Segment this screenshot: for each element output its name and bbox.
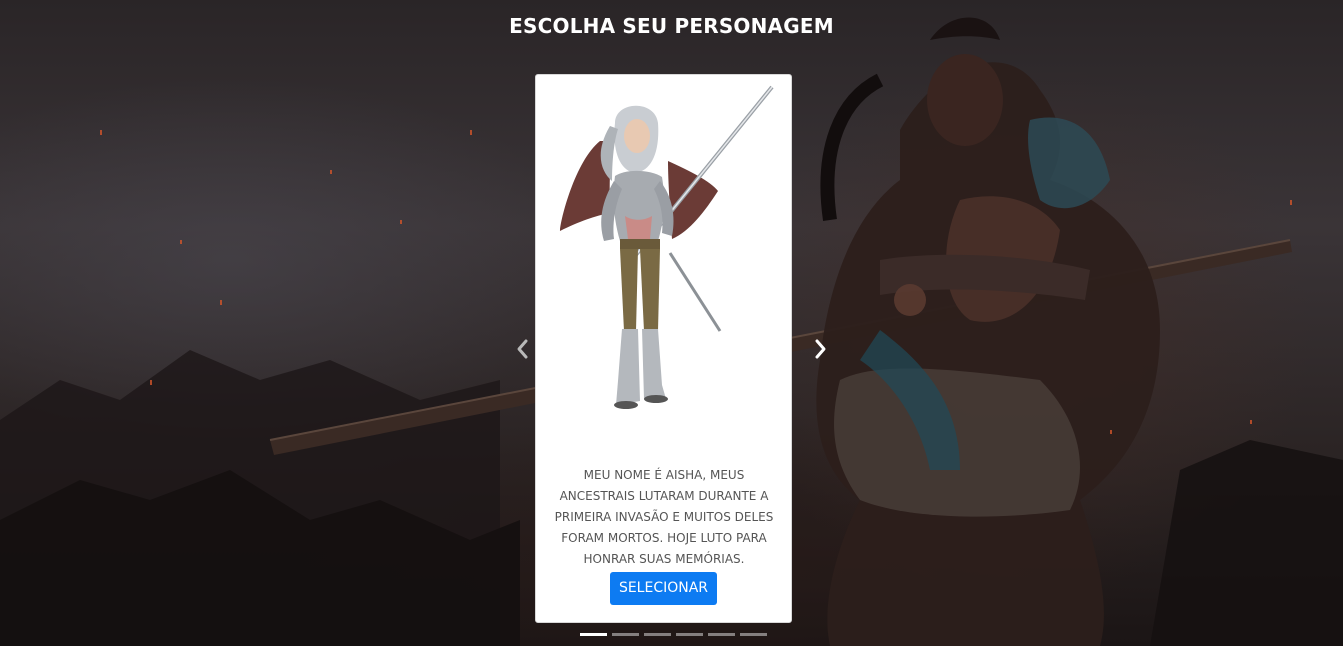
character-description: MEU NOME É AISHA, MEUS ANCESTRAIS LUTARA… [554, 468, 774, 566]
carousel-indicator[interactable] [644, 633, 671, 636]
carousel-next-button[interactable] [808, 336, 832, 362]
background-scene: ESCOLHA SEU PERSONAGEM MEU NOME É AISHA,… [0, 0, 1343, 646]
chevron-right-icon [815, 339, 826, 359]
carousel-indicator[interactable] [580, 633, 607, 636]
select-button[interactable]: SELECIONAR [610, 572, 717, 605]
carousel-indicator[interactable] [740, 633, 767, 636]
character-portrait-image [560, 85, 774, 409]
carousel-prev-button[interactable] [511, 336, 535, 362]
page-title: ESCOLHA SEU PERSONAGEM [509, 14, 834, 38]
character-card: MEU NOME É AISHA, MEUS ANCESTRAIS LUTARA… [535, 74, 792, 623]
chevron-left-icon [517, 339, 528, 359]
carousel-indicators [580, 633, 767, 636]
carousel-indicator[interactable] [676, 633, 703, 636]
carousel-indicator[interactable] [708, 633, 735, 636]
carousel-indicator[interactable] [612, 633, 639, 636]
